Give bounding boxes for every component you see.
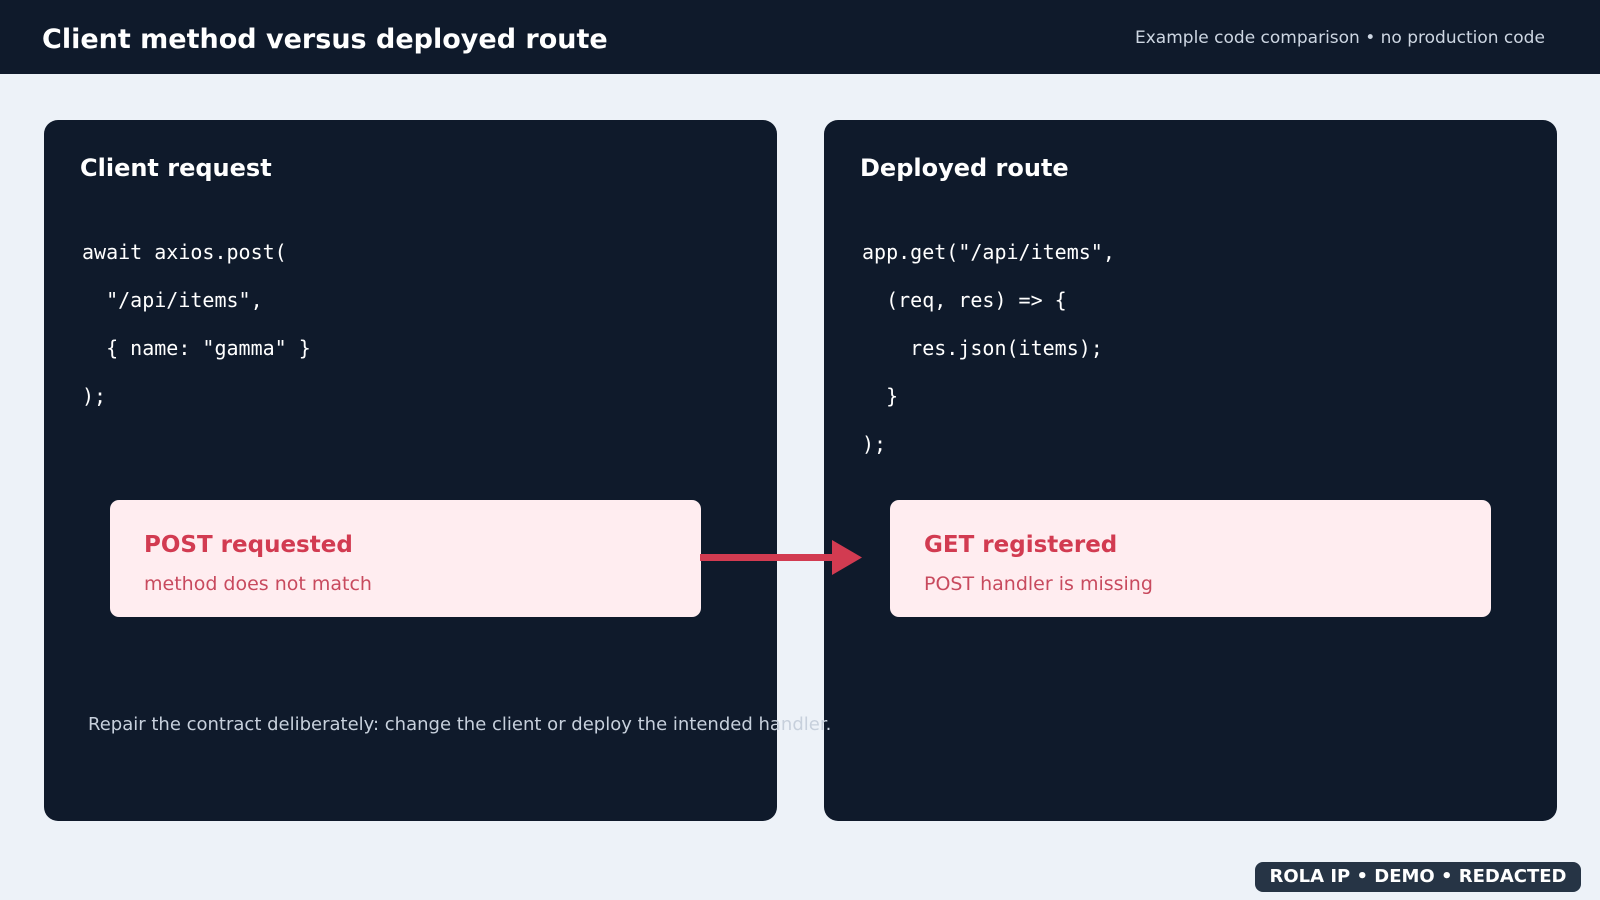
code-line: await axios.post( <box>82 240 287 264</box>
arrow-right-icon <box>700 540 862 575</box>
deployed-route-panel: Deployed route app.get("/api/items", (re… <box>824 120 1557 821</box>
get-registered-callout: GET registered POST handler is missing <box>890 500 1491 617</box>
code-line: (req, res) => { <box>862 288 1067 312</box>
code-line: } <box>862 384 899 408</box>
post-requested-callout: POST requested method does not match <box>110 500 701 617</box>
page-subtitle: Example code comparison • no production … <box>1135 28 1545 48</box>
watermark-badge: ROLA IP • DEMO • REDACTED <box>1255 862 1581 892</box>
code-line: { name: "gamma" } <box>82 336 311 360</box>
code-line: res.json(items); <box>862 336 1103 360</box>
callout-subtitle: POST handler is missing <box>924 573 1153 595</box>
footnote: Repair the contract deliberately: change… <box>88 714 832 735</box>
page-title: Client method versus deployed route <box>42 24 608 55</box>
header-bar: Client method versus deployed route Exam… <box>0 0 1600 74</box>
client-code-block: await axios.post( "/api/items", { name: … <box>82 228 311 420</box>
code-line: "/api/items", <box>82 288 263 312</box>
code-line: ); <box>82 384 107 408</box>
route-code-block: app.get("/api/items", (req, res) => { re… <box>862 228 1115 468</box>
code-line: ); <box>862 432 887 456</box>
callout-title: GET registered <box>924 532 1118 558</box>
code-line: app.get("/api/items", <box>862 240 1115 264</box>
client-request-title: Client request <box>80 154 272 182</box>
callout-subtitle: method does not match <box>144 573 372 595</box>
deployed-route-title: Deployed route <box>860 154 1069 182</box>
callout-title: POST requested <box>144 532 353 558</box>
